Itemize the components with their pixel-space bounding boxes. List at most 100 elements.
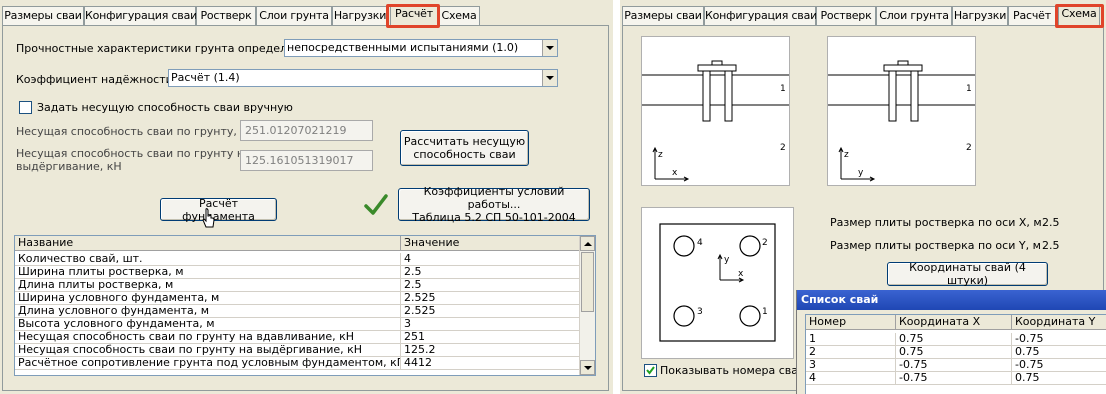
plate-x-label: Размер плиты ростверка по оси X, м bbox=[830, 216, 1042, 229]
column-header-number[interactable]: Номер bbox=[806, 315, 896, 330]
scroll-thumb[interactable] bbox=[581, 252, 594, 312]
tab-pile-dimensions[interactable]: Размеры сваи bbox=[622, 6, 704, 26]
row-value-cell: 2.525 bbox=[401, 292, 580, 305]
layer-2-label: 2 bbox=[780, 143, 786, 153]
section-yz-drawing bbox=[828, 60, 975, 182]
success-checkmark-icon bbox=[364, 194, 388, 215]
chevron-down-icon[interactable] bbox=[542, 40, 557, 56]
table-row[interactable]: 4 -0.75 0.75 bbox=[806, 372, 1106, 385]
right-scheme-panel: Размеры сваи Конфигурация сваи Ростверк … bbox=[620, 0, 1106, 394]
tab-scheme[interactable]: Схема bbox=[1058, 4, 1100, 27]
scroll-down-icon[interactable] bbox=[580, 360, 595, 375]
pile-y-cell: -0.75 bbox=[1012, 333, 1106, 346]
pile-list-window: Список свай Номер Координата X Координат… bbox=[796, 290, 1106, 394]
table-row[interactable]: 1 0.75 -0.75 bbox=[806, 333, 1106, 346]
bearing-capacity-field[interactable]: 251.01207021219 bbox=[240, 120, 373, 141]
table-row[interactable]: Несущая способность сваи по грунту на вы… bbox=[15, 344, 580, 357]
tab-loads[interactable]: Нагрузки bbox=[952, 6, 1008, 26]
pile-label-1: 1 bbox=[762, 307, 768, 317]
tab-pile-configuration[interactable]: Конфигурация сваи bbox=[84, 6, 197, 26]
table-row[interactable]: Длина плиты ростверка, м 2.5 bbox=[15, 279, 580, 292]
strength-select-value: непосредственными испытаниями (1.0) bbox=[287, 41, 519, 54]
results-vertical-scrollbar[interactable] bbox=[579, 236, 595, 375]
calc-capacity-button[interactable]: Рассчитать несущую способность сваи bbox=[400, 130, 529, 166]
row-name-cell: Несущая способность сваи по грунту на вд… bbox=[15, 331, 401, 344]
tab-grillage[interactable]: Ростверк bbox=[196, 6, 256, 26]
tab-grillage[interactable]: Ростверк bbox=[816, 6, 876, 26]
show-numbers-label: Показывать номера свай bbox=[660, 364, 806, 377]
pile-x-cell: 0.75 bbox=[896, 346, 1012, 359]
pile-list-header: Номер Координата X Координата Y bbox=[806, 315, 1106, 330]
column-header-coord-y[interactable]: Координата Y bbox=[1012, 315, 1106, 330]
pile-coordinates-label: Координаты свай (4 штуки) bbox=[909, 261, 1026, 287]
strength-label: Прочностные характеристики грунта опреде… bbox=[16, 42, 310, 55]
pile-number-cell: 3 bbox=[806, 359, 896, 372]
pile-label-3: 3 bbox=[697, 307, 703, 317]
calc-foundation-button[interactable]: Расчёт фундамента bbox=[160, 196, 277, 223]
pile-number-cell: 1 bbox=[806, 333, 896, 346]
pile-list-title-bar[interactable]: Список свай bbox=[797, 290, 1106, 310]
checkbox-check-icon bbox=[646, 366, 655, 375]
table-row[interactable]: Несущая способность сваи по грунту на вд… bbox=[15, 331, 580, 344]
results-table: Название Значение Количество свай, шт. 4 … bbox=[14, 235, 596, 376]
pile-label-4: 4 bbox=[697, 238, 703, 248]
row-name-cell: Ширина условного фундамента, м bbox=[15, 292, 401, 305]
tab-soil-layers[interactable]: Слои грунта bbox=[256, 6, 332, 26]
manual-capacity-label: Задать несущую способность сваи вручную bbox=[37, 101, 293, 114]
column-header-coord-x[interactable]: Координата X bbox=[896, 315, 1012, 330]
pile-y-cell: -0.75 bbox=[1012, 359, 1106, 372]
tab-soil-layers[interactable]: Слои грунта bbox=[876, 6, 952, 26]
section-xz-drawing bbox=[642, 60, 789, 182]
pile-list-title: Список свай bbox=[801, 293, 879, 306]
reliability-label: Коэффициент надёжности bbox=[16, 73, 173, 86]
row-name-cell: Ширина плиты ростверка, м bbox=[15, 266, 401, 279]
reliability-select[interactable]: Расчёт (1.4) bbox=[168, 69, 558, 87]
plan-axis-y-label: y bbox=[724, 255, 730, 265]
table-row[interactable]: Высота условного фундамента, м3 bbox=[15, 318, 580, 331]
show-numbers-checkbox[interactable] bbox=[644, 364, 657, 377]
section-yz-view: 1 2 z y bbox=[827, 36, 976, 186]
column-header-name[interactable]: Название bbox=[15, 236, 401, 251]
layer-1-label: 1 bbox=[966, 84, 972, 94]
layer-2-label: 2 bbox=[966, 143, 972, 153]
scroll-up-icon[interactable] bbox=[580, 236, 595, 251]
row-name-cell: Высота условного фундамента, м bbox=[15, 318, 401, 331]
row-name-cell: Расчётное сопротивление грунта под услов… bbox=[15, 357, 401, 370]
row-name-cell: Длина плиты ростверка, м bbox=[15, 279, 401, 292]
calc-capacity-label-2: способность сваи bbox=[413, 148, 516, 161]
reliability-select-value: Расчёт (1.4) bbox=[171, 71, 240, 84]
pile-number-cell: 2 bbox=[806, 346, 896, 359]
tab-calculation[interactable]: Расчёт bbox=[390, 4, 438, 27]
tab-loads[interactable]: Нагрузки bbox=[332, 6, 388, 26]
table-row[interactable]: Расчётное сопротивление грунта под услов… bbox=[15, 357, 580, 370]
calc-capacity-label-1: Рассчитать несущую bbox=[403, 135, 526, 148]
tab-pile-configuration[interactable]: Конфигурация сваи bbox=[704, 6, 817, 26]
tab-pile-dimensions[interactable]: Размеры сваи bbox=[2, 6, 84, 26]
table-row[interactable]: Ширина условного фундамента, м 2.525 bbox=[15, 292, 580, 305]
chevron-down-icon[interactable] bbox=[542, 70, 557, 86]
pile-list-table: Номер Координата X Координата Y 1 0.75 -0.… bbox=[805, 314, 1106, 394]
row-value-cell: 4 bbox=[401, 253, 580, 266]
plan-view: 4 2 3 1 y x bbox=[641, 207, 794, 359]
pullout-capacity-field[interactable]: 125.161051319017 bbox=[240, 150, 373, 171]
column-header-value[interactable]: Значение bbox=[401, 236, 580, 251]
pile-y-cell: 0.75 bbox=[1012, 346, 1106, 359]
table-row[interactable]: Ширина плиты ростверка, м 2.5 bbox=[15, 266, 580, 279]
plate-y-value: 2.5 bbox=[1042, 239, 1060, 252]
layer-1-label: 1 bbox=[780, 84, 786, 94]
work-conditions-button[interactable]: Коэффициенты условий работы... Таблица 5.… bbox=[398, 185, 590, 224]
strength-select[interactable]: непосредственными испытаниями (1.0) bbox=[284, 39, 558, 57]
plate-y-label: Размер плиты ростверка по оси Y, м bbox=[830, 239, 1041, 252]
manual-capacity-checkbox[interactable] bbox=[19, 101, 32, 114]
tab-calculation[interactable]: Расчёт bbox=[1008, 6, 1056, 26]
calc-foundation-label: Расчёт фундамента bbox=[182, 196, 255, 223]
table-row[interactable]: Количество свай, шт. 4 bbox=[15, 253, 580, 266]
pile-coordinates-button[interactable]: Координаты свай (4 штуки) bbox=[887, 261, 1048, 287]
table-row[interactable]: Длина условного фундамента, м 2.525 bbox=[15, 305, 580, 318]
axis-y-label: y bbox=[858, 168, 864, 178]
table-row[interactable]: 2 0.75 0.75 bbox=[806, 346, 1106, 359]
tab-scheme[interactable]: Схема bbox=[438, 6, 480, 26]
pullout-capacity-label-1: Несущая способность сваи по грунту на bbox=[16, 147, 251, 160]
table-row[interactable]: 3 -0.75 -0.75 bbox=[806, 359, 1106, 372]
mouse-cursor-icon bbox=[202, 208, 215, 228]
